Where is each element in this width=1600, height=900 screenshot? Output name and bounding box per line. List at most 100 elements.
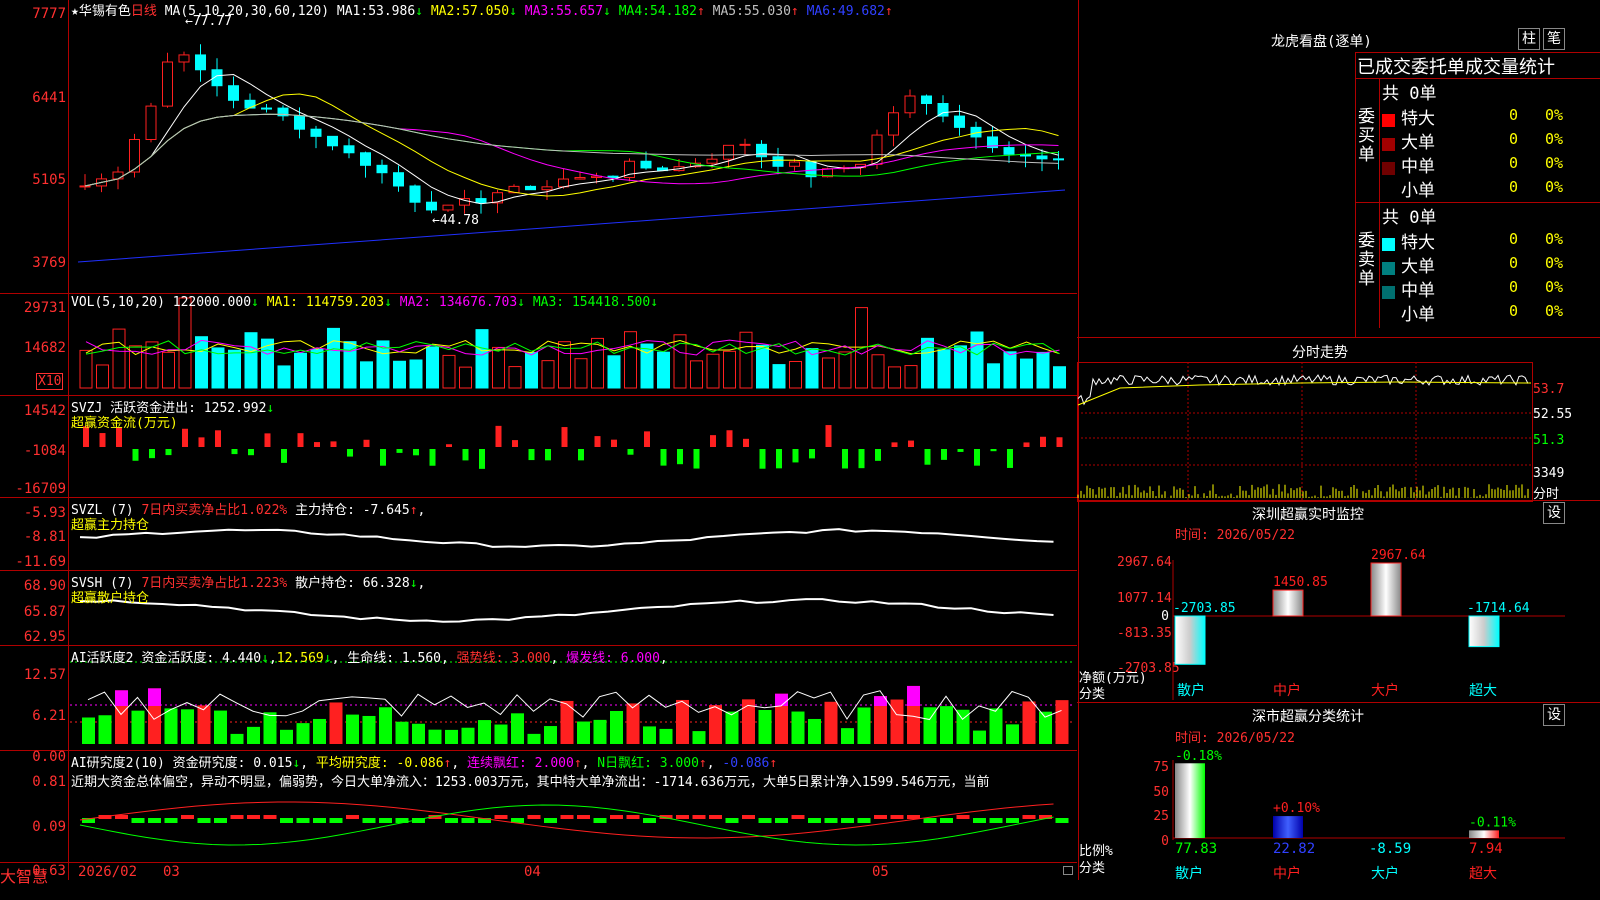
- flow-bar: [446, 444, 452, 447]
- candle: [739, 143, 751, 146]
- research-bar: [626, 815, 640, 819]
- activity-bar: [791, 711, 805, 744]
- bar-mode-button[interactable]: 柱: [1518, 28, 1540, 50]
- y-tick: 3769: [32, 255, 66, 271]
- candle: [343, 145, 355, 154]
- kline-chart[interactable]: [0, 0, 1077, 880]
- y-tick: 6.21: [32, 708, 66, 724]
- ma5-label: MA5:: [712, 4, 744, 19]
- order-percent: 0%: [1545, 130, 1564, 148]
- candle: [261, 107, 272, 110]
- sell-total: 共 0单: [1382, 208, 1437, 228]
- vol-ma2-arrow: ↓: [517, 295, 525, 310]
- y-tick: 0: [1161, 609, 1169, 624]
- activity-bar: [461, 727, 475, 744]
- right-panel: 龙虎看盘(逐单) 柱 笔 已成交委托单成交量统计 委买单 委卖单 共 0单 共 …: [1077, 0, 1600, 900]
- period-label[interactable]: 日线: [131, 4, 157, 19]
- ma5-arrow: ↑: [790, 4, 799, 19]
- ai2-label: 资金研究度:: [172, 756, 246, 771]
- stock-name[interactable]: 华锡有色: [79, 4, 131, 19]
- volume-bar: [327, 327, 340, 389]
- volume-bar: [162, 351, 175, 389]
- activity-bar: [164, 708, 178, 744]
- activity-bar: [1022, 701, 1036, 744]
- candle: [888, 112, 899, 136]
- research-bar: [791, 815, 805, 819]
- order-percent: 0%: [1545, 178, 1564, 196]
- svzj-arrow: ↓: [266, 401, 275, 416]
- order-row: 中单 0 0%: [1382, 276, 1597, 301]
- research-bar: [362, 818, 376, 823]
- flow-bar: [231, 449, 238, 455]
- activity-bar: [824, 701, 838, 744]
- activity-bar: [577, 721, 590, 744]
- monitor-settings-button[interactable]: 设: [1543, 502, 1565, 524]
- ai2-nr: N日飘红: 3.000: [597, 756, 699, 771]
- svsh-comma: ,: [417, 576, 426, 591]
- activity-bar: [313, 718, 326, 744]
- activity-bar: [973, 730, 986, 744]
- research-bar: [115, 815, 128, 819]
- classify-settings-button[interactable]: 设: [1543, 704, 1565, 726]
- order-row: 特大 0 0%: [1382, 228, 1597, 253]
- ai1-name: AI活跃度2: [71, 651, 134, 666]
- flow-bar: [132, 449, 139, 461]
- x-label: 05: [872, 864, 889, 880]
- lock-icon[interactable]: [1063, 866, 1073, 875]
- svsh-sub: 超赢散户持仓: [71, 591, 150, 606]
- flow-bar: [561, 427, 568, 447]
- divider: [1077, 702, 1600, 703]
- divider: [1077, 500, 1600, 501]
- y-tick: 50: [1153, 785, 1169, 800]
- order-size-label: 特大: [1401, 109, 1435, 129]
- volume-bar: [79, 349, 93, 389]
- activity-bar: [709, 705, 722, 744]
- flow-bar: [759, 449, 766, 469]
- y-tick: -8.81: [23, 529, 66, 545]
- flow-bar: [314, 442, 320, 447]
- svsh-arrow: ↓: [409, 576, 418, 591]
- legend-swatch: [1382, 286, 1395, 299]
- y-tick: 7777: [32, 6, 66, 22]
- low-mark: ←44.78: [432, 213, 479, 228]
- volume-bar: [96, 364, 109, 389]
- y-tick: 0.81: [32, 774, 66, 790]
- candle: [162, 61, 173, 107]
- flow-bar: [594, 436, 601, 447]
- ai2-avg: 平均研究度: -0.086: [315, 756, 444, 771]
- candle: [772, 156, 784, 167]
- research-bar: [940, 818, 953, 823]
- candle: [310, 128, 322, 137]
- research-bar: [148, 818, 161, 823]
- y-tick: 1077.14: [1117, 591, 1172, 606]
- buy-total: 共 0单: [1382, 84, 1437, 104]
- ma6-line: [77, 189, 1066, 263]
- order-percent: 0%: [1545, 106, 1564, 124]
- activity-bar: [841, 728, 854, 744]
- ma4-label: MA4:: [618, 4, 651, 19]
- volume-bar: [772, 364, 786, 389]
- tick-mode-button[interactable]: 笔: [1543, 28, 1565, 50]
- flow-bar: [165, 449, 172, 456]
- research-bar: [131, 818, 145, 823]
- star-icon[interactable]: ★: [71, 4, 79, 19]
- svzj-sub: 超赢资金流(万元): [71, 416, 178, 431]
- intraday-frame: [1077, 362, 1533, 502]
- research-bar: [313, 818, 326, 823]
- activity-bar: [610, 710, 623, 744]
- flow-bar: [990, 449, 997, 452]
- y-tick: -5.93: [23, 505, 66, 521]
- volume-bar: [987, 363, 1000, 389]
- order-volume: 0: [1509, 230, 1519, 248]
- flow-bar: [99, 433, 106, 447]
- volume-bar: [1003, 351, 1017, 389]
- ma4-arrow: ↑: [696, 4, 705, 19]
- ma1-value: 53.986: [368, 4, 416, 19]
- research-bar: [676, 815, 689, 819]
- research-bar: [230, 815, 244, 819]
- activity-bar: [445, 729, 458, 744]
- classify-title: 深市超赢分类统计: [1252, 709, 1364, 725]
- ma6-label: MA6:: [806, 4, 838, 19]
- candle: [442, 204, 454, 211]
- high-mark: ←77.77: [185, 14, 232, 29]
